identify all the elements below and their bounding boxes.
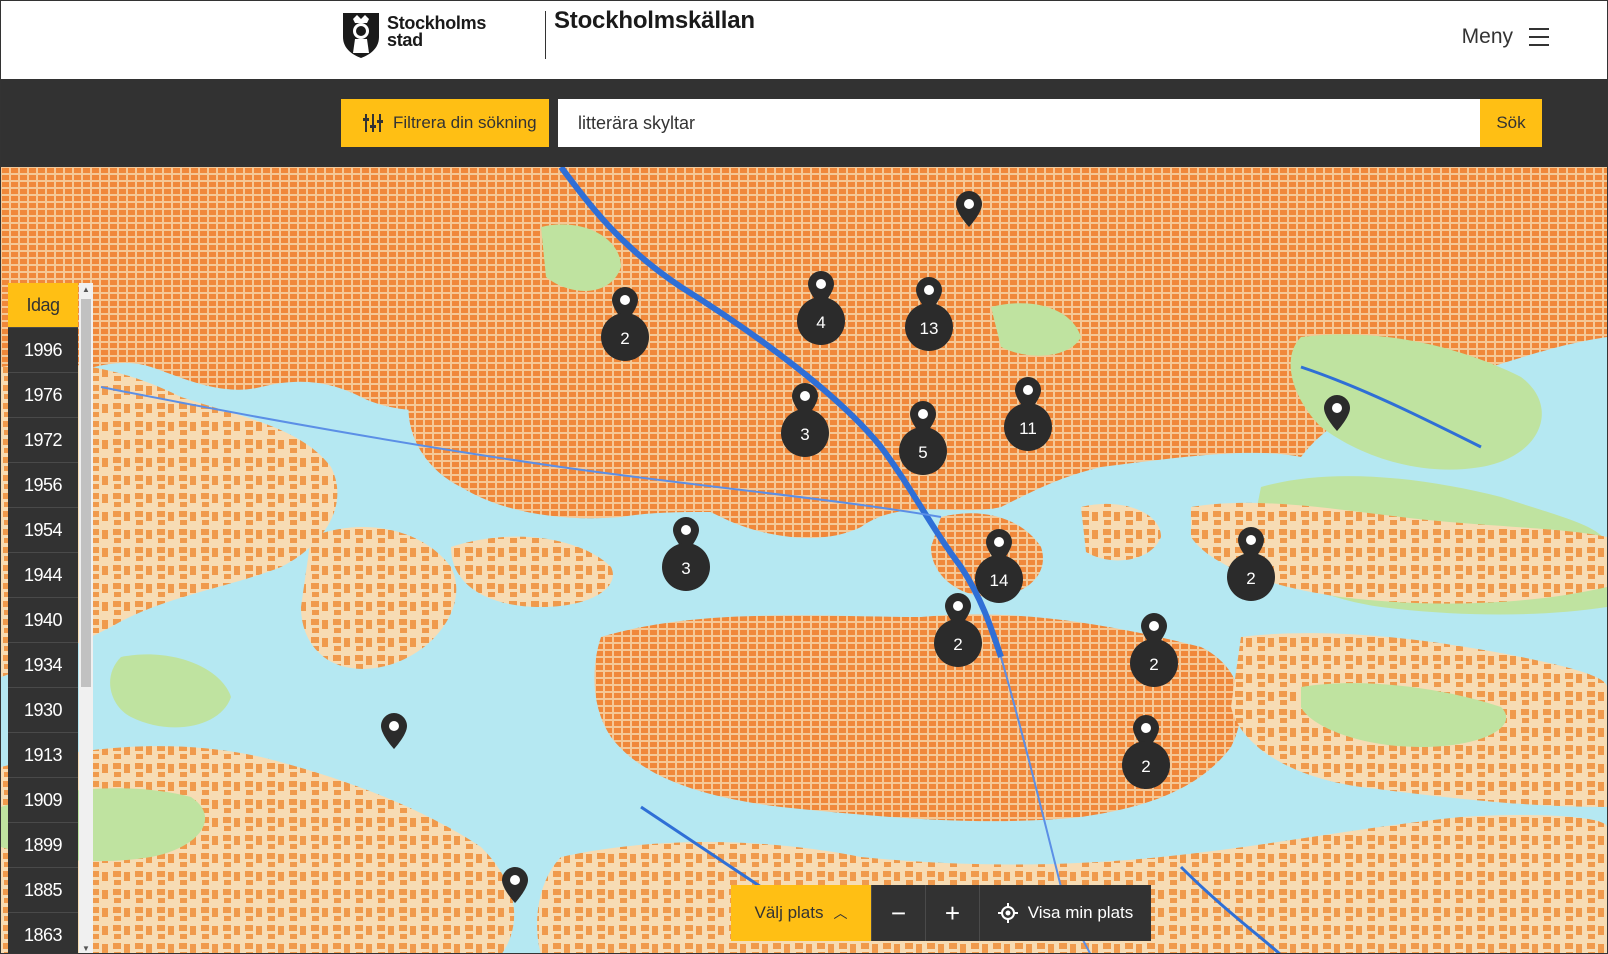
map-cluster[interactable]: 2 bbox=[932, 593, 984, 675]
map-cluster[interactable]: 11 bbox=[1002, 377, 1054, 459]
zoom-in-button[interactable]: + bbox=[925, 885, 979, 941]
cluster-count: 3 bbox=[662, 543, 710, 591]
zoom-out-button[interactable]: − bbox=[871, 885, 925, 941]
search-button[interactable]: Sök bbox=[1480, 99, 1542, 147]
show-my-location-label: Visa min plats bbox=[1027, 903, 1134, 922]
timeline-item-1930[interactable]: 1930 bbox=[8, 688, 78, 733]
cluster-count: 2 bbox=[601, 313, 649, 361]
sliders-icon bbox=[363, 114, 383, 132]
timeline: Idag 1996 1976 1972 1956 1954 1944 1940 … bbox=[8, 283, 94, 953]
cluster-count: 3 bbox=[781, 409, 829, 457]
timeline-item-1934[interactable]: 1934 bbox=[8, 643, 78, 688]
map-pin-icon[interactable] bbox=[502, 867, 528, 903]
show-my-location-button[interactable]: Visa min plats bbox=[979, 885, 1151, 941]
crest-icon bbox=[343, 13, 379, 58]
cluster-count: 2 bbox=[1122, 741, 1170, 789]
map-view[interactable]: Idag 1996 1976 1972 1956 1954 1944 1940 … bbox=[1, 167, 1607, 953]
map-cluster[interactable]: 3 bbox=[660, 517, 712, 599]
choose-place-label: Välj plats bbox=[754, 903, 824, 922]
timeline-list: Idag 1996 1976 1972 1956 1954 1944 1940 … bbox=[8, 283, 78, 953]
page: Stockholms stad Stockholmskällan Meny Fi… bbox=[0, 0, 1608, 954]
timeline-item-1863[interactable]: 1863 bbox=[8, 913, 78, 953]
timeline-item-1913[interactable]: 1913 bbox=[8, 733, 78, 778]
timeline-item-1899[interactable]: 1899 bbox=[8, 823, 78, 868]
filter-button[interactable]: Filtrera din sökning bbox=[341, 99, 549, 147]
timeline-item-1954[interactable]: 1954 bbox=[8, 508, 78, 553]
map-controls: Välj plats ︿ − + Visa min plats bbox=[731, 885, 1151, 941]
timeline-item-1944[interactable]: 1944 bbox=[8, 553, 78, 598]
park-1 bbox=[110, 654, 231, 728]
crosshair-icon bbox=[997, 903, 1018, 923]
scroll-down-icon[interactable]: ▼ bbox=[82, 944, 90, 953]
map-cluster[interactable]: 13 bbox=[903, 277, 955, 359]
map-cluster[interactable]: 2 bbox=[1120, 715, 1172, 797]
logo-text: Stockholms stad bbox=[387, 14, 486, 50]
map-cluster[interactable]: 3 bbox=[779, 383, 831, 465]
search-input[interactable] bbox=[558, 99, 1480, 147]
stockholms-stad-logo[interactable]: Stockholms stad bbox=[341, 9, 486, 59]
cluster-count: 13 bbox=[905, 303, 953, 351]
land-skeppsholmen bbox=[1081, 503, 1161, 561]
search-bar: Filtrera din sökning Sök bbox=[1, 79, 1607, 167]
map-pin-icon[interactable] bbox=[381, 713, 407, 749]
timeline-item-1909[interactable]: 1909 bbox=[8, 778, 78, 823]
hamburger-icon bbox=[1529, 28, 1549, 46]
map-cluster[interactable]: 5 bbox=[897, 401, 949, 483]
chevron-up-icon: ︿ bbox=[833, 905, 848, 921]
cluster-count: 2 bbox=[934, 619, 982, 667]
timeline-item-1956[interactable]: 1956 bbox=[8, 463, 78, 508]
map-cluster[interactable]: 2 bbox=[599, 287, 651, 369]
header-divider bbox=[545, 11, 546, 59]
land-island-1 bbox=[301, 527, 457, 669]
site-header: Stockholms stad Stockholmskällan Meny bbox=[1, 1, 1607, 79]
timeline-item-1972[interactable]: 1972 bbox=[8, 418, 78, 463]
land-island-2 bbox=[451, 536, 613, 607]
logo-line-2: stad bbox=[387, 30, 423, 50]
menu-button[interactable]: Meny bbox=[1462, 25, 1549, 49]
timeline-scrollbar[interactable]: ▲ ▼ bbox=[79, 283, 93, 953]
scroll-up-icon[interactable]: ▲ bbox=[82, 285, 90, 294]
cluster-count: 2 bbox=[1227, 553, 1275, 601]
map-pin-icon[interactable] bbox=[956, 191, 982, 227]
map-cluster[interactable]: 2 bbox=[1225, 527, 1277, 609]
choose-place-button[interactable]: Välj plats ︿ bbox=[731, 885, 871, 941]
cluster-count: 4 bbox=[797, 297, 845, 345]
scrollbar-thumb[interactable] bbox=[81, 299, 91, 687]
map-pin-icon[interactable] bbox=[1324, 395, 1350, 431]
map-cluster[interactable]: 4 bbox=[795, 271, 847, 353]
timeline-item-1976[interactable]: 1976 bbox=[8, 373, 78, 418]
timeline-item-1885[interactable]: 1885 bbox=[8, 868, 78, 913]
timeline-item-1996[interactable]: 1996 bbox=[8, 328, 78, 373]
cluster-count: 11 bbox=[1004, 403, 1052, 451]
timeline-item-1940[interactable]: 1940 bbox=[8, 598, 78, 643]
cluster-count: 2 bbox=[1130, 639, 1178, 687]
cluster-count: 5 bbox=[899, 427, 947, 475]
timeline-item-idag[interactable]: Idag bbox=[8, 283, 78, 328]
site-title[interactable]: Stockholmskällan bbox=[554, 7, 755, 35]
filter-label: Filtrera din sökning bbox=[393, 113, 537, 132]
menu-label: Meny bbox=[1461, 25, 1513, 48]
map-cluster[interactable]: 2 bbox=[1128, 613, 1180, 695]
